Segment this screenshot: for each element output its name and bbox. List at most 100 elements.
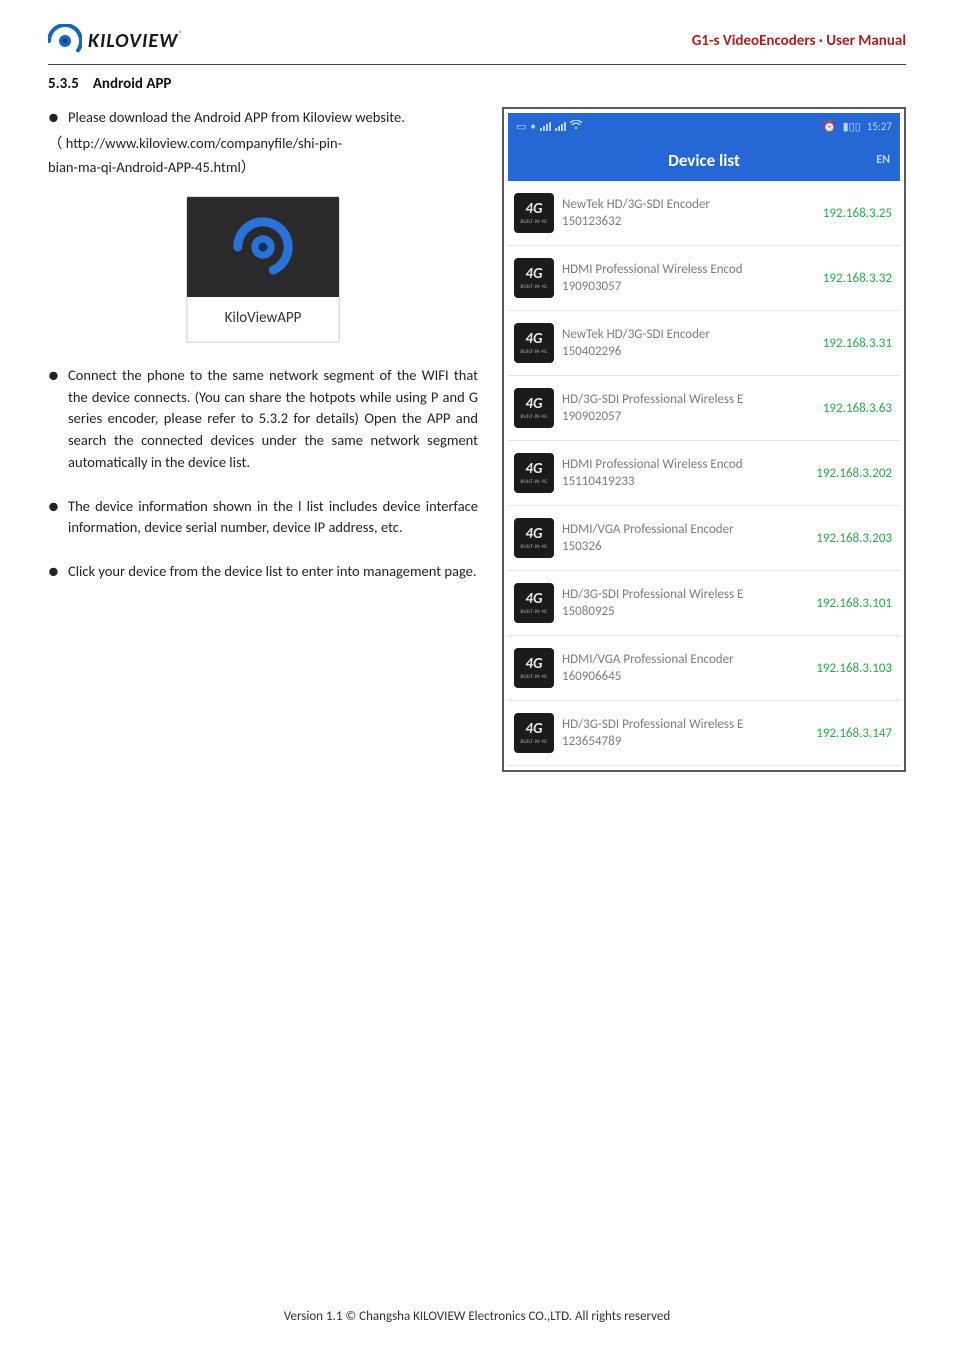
app-icon-label: KiloViewAPP — [187, 297, 339, 342]
device-list-item[interactable]: 4G BUILT-IN 4G NewTek HD/3G-SDI Encoder 150… — [508, 181, 900, 246]
status-right: ⏰ ▮▯▯ 15:27 — [823, 120, 892, 133]
device-icon: 4G BUILT-IN 4G — [514, 323, 554, 363]
device-icon: 4G BUILT-IN 4G — [514, 193, 554, 233]
status-icon: • — [530, 120, 535, 133]
bullet-text: Please download the Android APP from Kil… — [68, 107, 478, 129]
device-text: HDMI/VGA Professional Encoder160906645 — [562, 652, 802, 684]
device-ip: 192.168.3.147 — [810, 726, 892, 741]
url-line-1: （ http://www.kiloview.com/companyfile/sh… — [48, 133, 478, 155]
app-icon-card: KiloViewAPP — [186, 196, 340, 343]
device-list-item[interactable]: 4G BUILT-IN 4G HDMI Professional Wireless … — [508, 441, 900, 506]
bullet-dot: ● — [48, 365, 68, 474]
device-name: HD/3G-SDI Professional Wireless E — [562, 392, 809, 407]
device-icon-subtext: BUILT-IN 4G — [520, 219, 547, 225]
device-ip: 192.168.3.202 — [810, 466, 892, 481]
device-icon-subtext: BUILT-IN 4G — [520, 284, 547, 290]
device-ip: 192.168.3.63 — [817, 401, 892, 416]
device-icon-text: 4G — [525, 202, 542, 217]
document-title: G1-s VideoEncoders · User Manual — [692, 32, 906, 50]
device-text: HD/3G-SDI Professional Wireless E 1909020… — [562, 392, 809, 424]
battery-icon: ▮▯▯ — [843, 120, 861, 133]
device-text: HDMI Professional Wireless Encod 15110419… — [562, 457, 802, 489]
brand-logo: KILOVIEW® — [48, 24, 184, 58]
device-text: HD/3G-SDI Professional Wireless E 1236547… — [562, 717, 802, 749]
device-ip: 192.168.3.103 — [810, 661, 892, 676]
device-icon-subtext: BUILT-IN 4G — [520, 544, 547, 550]
bullet-dot: ● — [48, 107, 68, 129]
device-icon-subtext: BUILT-IN 4G — [520, 349, 547, 355]
device-name: HDMI Professional Wireless Encod — [562, 457, 802, 472]
device-text: NewTek HD/3G-SDI Encoder 150123632 — [562, 197, 809, 229]
status-icon: ▭ — [516, 120, 526, 133]
device-icon-text: 4G — [525, 267, 542, 282]
device-serial: 150326 — [562, 539, 802, 554]
device-list-item[interactable]: 4GBUILT-IN 4GHDMI/VGA Professional Encod… — [508, 636, 900, 701]
bullet-dot: ● — [48, 496, 68, 540]
wifi-icon — [570, 120, 582, 133]
bullet-item: ● Connect the phone to the same network … — [48, 365, 478, 474]
device-serial: 123654789 — [562, 734, 802, 749]
device-ip: 192.168.3.101 — [810, 596, 892, 611]
device-icon-subtext: BUILT-IN 4G — [520, 414, 547, 420]
device-name: HD/3G-SDI Professional Wireless E — [562, 587, 802, 602]
device-list-item[interactable]: 4G BUILT-IN 4G HDMI/VGA Professional Encod… — [508, 506, 900, 571]
device-serial: 150402296 — [562, 344, 809, 359]
device-icon: 4GBUILT-IN 4G — [514, 583, 554, 623]
device-ip: 192.168.3.25 — [817, 206, 892, 221]
app-icon-graphic — [187, 197, 339, 297]
phone-screen: ▭ • ⏰ ▮▯▯ 15:27 Device — [508, 113, 900, 766]
device-icon-subtext: BUILT-IN 4G — [520, 609, 547, 615]
section-title: Android APP — [93, 75, 172, 93]
left-column: ● Please download the Android APP from K… — [48, 107, 478, 587]
signal-icon — [555, 121, 566, 131]
device-icon-text: 4G — [525, 332, 542, 347]
device-icon: 4GBUILT-IN 4G — [514, 648, 554, 688]
device-list-item[interactable]: 4G BUILT-IN 4G HDMI Professional Wireless … — [508, 246, 900, 311]
device-list-item[interactable]: 4GBUILT-IN 4GHD/3G-SDI Professional Wire… — [508, 571, 900, 636]
url-line-2: bian-ma-qi-Android-APP-45.html） — [48, 157, 478, 179]
status-time: 15:27 — [867, 120, 892, 133]
device-icon-text: 4G — [525, 462, 542, 477]
device-name: HDMI Professional Wireless Encod — [562, 262, 809, 277]
alarm-icon: ⏰ — [823, 120, 837, 133]
device-icon: 4GBUILT-IN 4G — [514, 713, 554, 753]
phone-screenshot-frame: ▭ • ⏰ ▮▯▯ 15:27 Device — [502, 107, 906, 772]
device-ip: 192.168.3.32 — [817, 271, 892, 286]
device-name: HDMI/VGA Professional Encoder — [562, 522, 802, 537]
page-footer: Version 1.1 © Changsha KILOVIEW Electron… — [0, 1309, 954, 1324]
device-text: NewTek HD/3G-SDI Encoder 150402296 — [562, 327, 809, 359]
device-name: NewTek HD/3G-SDI Encoder — [562, 197, 809, 212]
device-serial: 150123632 — [562, 214, 809, 229]
device-text: HD/3G-SDI Professional Wireless E 1508092… — [562, 587, 802, 619]
device-icon: 4G BUILT-IN 4G — [514, 258, 554, 298]
signal-icon — [540, 121, 551, 131]
device-serial: 190903057 — [562, 279, 809, 294]
device-text: HDMI Professional Wireless Encod 19090305… — [562, 262, 809, 294]
device-list-item[interactable]: 4GBUILT-IN 4GHD/3G-SDI Professional Wire… — [508, 376, 900, 441]
device-list-item[interactable]: 4GBUILT-IN 4GHD/3G-SDI Professional Wire… — [508, 701, 900, 766]
device-name: HD/3G-SDI Professional Wireless E — [562, 717, 802, 732]
device-serial: 15080925 — [562, 604, 802, 619]
device-icon-text: 4G — [525, 657, 542, 672]
section-number: 5.3.5 — [48, 75, 79, 93]
language-toggle[interactable]: EN — [876, 153, 890, 167]
brand-suffix: ® — [178, 29, 184, 40]
device-ip: 192.168.3.31 — [817, 336, 892, 351]
device-list: 4G BUILT-IN 4G NewTek HD/3G-SDI Encoder 150… — [508, 181, 900, 766]
device-icon: 4GBUILT-IN 4G — [514, 388, 554, 428]
device-icon-subtext: BUILT-IN 4G — [520, 479, 547, 485]
device-serial: 15110419233 — [562, 474, 802, 489]
device-icon-text: 4G — [525, 527, 542, 542]
device-list-item[interactable]: 4G BUILT-IN 4G NewTek HD/3G-SDI Encoder 150… — [508, 311, 900, 376]
section-heading: 5.3.5 Android APP — [48, 75, 906, 93]
logo-mark — [48, 24, 82, 58]
bullet-item: ● Please download the Android APP from K… — [48, 107, 478, 129]
device-serial: 190902057 — [562, 409, 809, 424]
device-icon: 4G BUILT-IN 4G — [514, 518, 554, 558]
bullet-text: The device information shown in the l li… — [68, 496, 478, 540]
brand-text: KILOVIEW® — [88, 29, 184, 53]
brand-name: KILOVIEW — [88, 29, 178, 53]
bullet-dot: ● — [48, 561, 68, 583]
device-name: NewTek HD/3G-SDI Encoder — [562, 327, 809, 342]
device-name: HDMI/VGA Professional Encoder — [562, 652, 802, 667]
